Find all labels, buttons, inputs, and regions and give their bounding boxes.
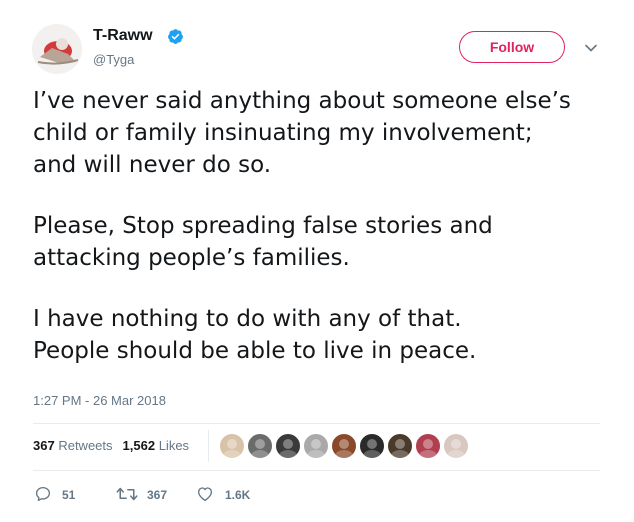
display-name[interactable]: T-Raww xyxy=(93,27,153,45)
liker-avatar-icon[interactable] xyxy=(415,433,441,459)
tweet-card: T-Raww @Tyga Follow I’ve never said anyt… xyxy=(0,0,634,522)
heart-icon xyxy=(197,487,213,502)
user-handle[interactable]: @Tyga xyxy=(93,52,134,67)
tweet-text: I’ve never said anything about someone e… xyxy=(33,85,623,396)
divider xyxy=(33,423,600,424)
retweets-stat-label: Retweets xyxy=(58,438,113,453)
tweet-line: People should be able to live in peace. xyxy=(33,338,477,364)
tweet-paragraph: I have nothing to do with any of that. P… xyxy=(33,303,623,367)
likes-stat[interactable]: 1,562 Likes xyxy=(123,438,190,453)
stats-separator xyxy=(208,430,209,462)
tweet-line: attacking people’s families. xyxy=(33,245,350,271)
tweet-line: Please, Stop spreading false stories and xyxy=(33,213,493,239)
reply-icon xyxy=(35,486,51,502)
retweet-icon xyxy=(116,487,138,501)
chevron-down-icon[interactable] xyxy=(583,40,599,56)
likes-stat-label: Likes xyxy=(158,438,190,453)
liker-avatar-icon[interactable] xyxy=(443,433,469,459)
tweet-timestamp[interactable]: 1:27 PM - 26 Mar 2018 xyxy=(33,393,166,408)
reply-count: 51 xyxy=(62,488,76,502)
liker-avatar-icon[interactable] xyxy=(247,433,273,459)
retweets-stat-count: 367 xyxy=(33,438,55,453)
avatar[interactable] xyxy=(32,24,82,74)
liker-avatar-icon[interactable] xyxy=(387,433,413,459)
liker-avatar-icon[interactable] xyxy=(303,433,329,459)
tweet-paragraph: Please, Stop spreading false stories and… xyxy=(33,210,623,274)
tweet-line: I’ve never said anything about someone e… xyxy=(33,88,571,114)
tweet-line: I have nothing to do with any of that. xyxy=(33,306,462,332)
tweet-line: child or family insinuating my involveme… xyxy=(33,120,533,146)
tweet-paragraph: I’ve never said anything about someone e… xyxy=(33,85,623,181)
liker-avatar-icon[interactable] xyxy=(219,433,245,459)
follow-button[interactable]: Follow xyxy=(459,31,565,63)
liker-avatar-icon[interactable] xyxy=(331,433,357,459)
retweet-count: 367 xyxy=(147,488,168,502)
divider xyxy=(33,470,600,471)
tweet-line: and will never do so. xyxy=(33,152,272,178)
like-count: 1.6K xyxy=(225,488,251,502)
likes-stat-count: 1,562 xyxy=(122,438,156,453)
liker-avatar-icon[interactable] xyxy=(359,433,385,459)
engagement-stats: 367 Retweets 1,562 Likes xyxy=(33,438,189,453)
retweets-stat[interactable]: 367 Retweets xyxy=(33,438,113,453)
verified-badge-icon xyxy=(168,29,183,44)
avatar-image-icon xyxy=(32,24,82,74)
liker-avatar-icon[interactable] xyxy=(275,433,301,459)
